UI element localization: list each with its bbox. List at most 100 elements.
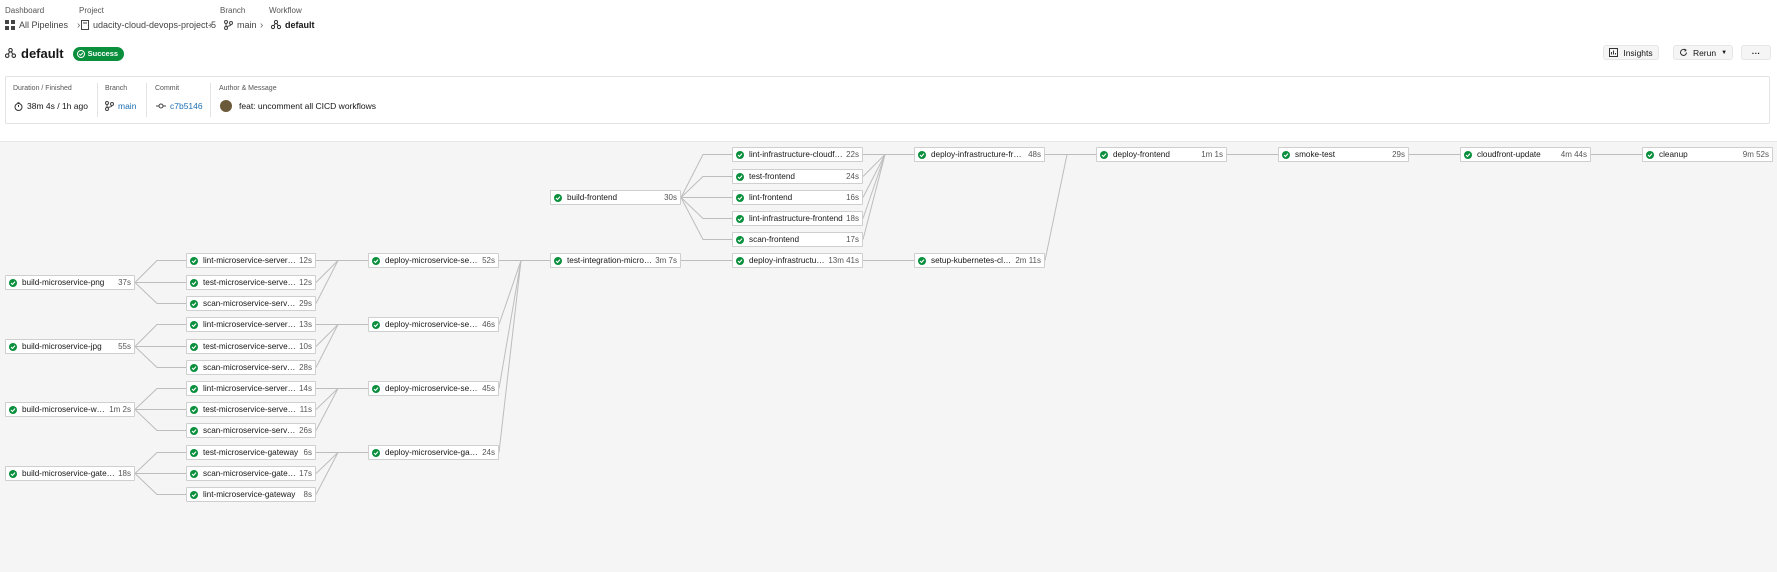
job-duration: 28s [299,363,312,372]
job-name: scan-frontend [749,235,800,244]
job-duration: 16s [846,193,859,202]
job-jpg[interactable]: build-microservice-jpg 55s [5,339,135,354]
job-ljpg[interactable]: lint-microservice-server-jpg 13s [186,317,316,332]
job-smoke[interactable]: smoke-test 29s [1278,147,1409,162]
job-tgw[interactable]: test-microservice-gateway 6s [186,445,316,460]
job-name: build-microservice-jpg [22,342,102,351]
dependency-line [680,197,732,219]
job-name: scan-microservice-server-... [203,426,297,435]
job-name: build-microservice-gatew... [22,469,116,478]
success-check-icon [190,405,198,414]
job-duration: 12s [299,256,312,265]
job-djpg[interactable]: deploy-microservice-serv... 46s [368,317,499,332]
dashboard-icon [5,20,15,30]
job-duration: 37s [118,278,131,287]
success-check-icon [736,256,744,265]
job-sgw[interactable]: scan-microservice-gatew... 17s [186,466,316,481]
commit-label: Commit [155,85,180,92]
job-duration: 3m 7s [655,256,677,265]
commit-link[interactable]: c7b5146 [156,101,203,111]
job-dinf[interactable]: deploy-infrastructur... 13m 41s [732,253,863,268]
breadcrumb-all-pipelines-label: All Pipelines [19,20,69,30]
job-tint[interactable]: test-integration-micros... 3m 7s [550,253,681,268]
dependency-line [134,409,186,431]
job-name: scan-microservice-server-... [203,299,297,308]
breadcrumb-workflow[interactable]: default [271,20,315,30]
dependency-lines [134,154,1642,495]
job-bfe[interactable]: build-frontend 30s [550,190,681,205]
job-dfe[interactable]: deploy-frontend 1m 1s [1096,147,1227,162]
success-check-icon [190,426,198,435]
job-lpng[interactable]: lint-microservice-server-p... 12s [186,253,316,268]
job-name: lint-infrastructure-frontend [749,214,843,223]
job-name: lint-microservice-server-w... [203,384,297,393]
job-name: deploy-microservice-serv... [385,384,480,393]
success-check-icon [9,405,17,414]
job-clean[interactable]: cleanup 9m 52s [1642,147,1773,162]
job-sfe[interactable]: scan-frontend 17s [732,232,863,247]
job-cfu[interactable]: cloudfront-update 4m 44s [1460,147,1591,162]
breadcrumb-workflow-label: Workflow [269,6,302,15]
rerun-button[interactable]: Rerun ▼ [1673,45,1733,60]
job-duration: 4m 44s [1560,150,1587,159]
job-name: deploy-infrastructure-fron... [931,150,1026,159]
dependency-line [134,452,186,474]
insights-icon [1609,48,1619,57]
check-circle-icon [76,49,85,58]
branch-icon [224,20,233,30]
job-spng[interactable]: scan-microservice-server-... 29s [186,296,316,311]
job-dwebp[interactable]: deploy-microservice-serv... 45s [368,381,499,396]
breadcrumb-all-pipelines[interactable]: All Pipelines [5,20,68,30]
success-check-icon [736,150,744,159]
success-check-icon [372,448,380,457]
job-webp[interactable]: build-microservice-webp 1m 2s [5,402,135,417]
job-swebp[interactable]: scan-microservice-server-... 26s [186,423,316,438]
job-dpng[interactable]: deploy-microservice-serv... 52s [368,253,499,268]
success-check-icon [736,172,744,181]
job-png[interactable]: build-microservice-png 37s [5,275,135,290]
job-dgw[interactable]: deploy-microservice-gate... 24s [368,445,499,460]
job-duration: 9m 52s [1742,150,1769,159]
job-lwebp[interactable]: lint-microservice-server-w... 14s [186,381,316,396]
dependency-line [498,260,550,325]
more-icon: ··· [1751,47,1761,58]
job-duration: 1m 1s [1201,150,1223,159]
job-lfe[interactable]: lint-frontend 16s [732,190,863,205]
commit-message: feat: uncomment all CICD workflows [220,100,376,112]
insights-button[interactable]: Insights [1603,45,1659,60]
job-duration: 14s [299,384,312,393]
job-duration: 13s [299,320,312,329]
success-check-icon [190,342,198,351]
breadcrumb-branch-value: main [237,20,257,30]
job-twebp[interactable]: test-microservice-server-... 11s [186,402,316,417]
job-gw[interactable]: build-microservice-gatew... 18s [5,466,135,481]
more-actions-button[interactable]: ··· [1741,45,1771,60]
branch-link[interactable]: main [105,101,136,111]
success-check-icon [190,363,198,372]
success-check-icon [918,256,926,265]
commit-icon [156,103,166,109]
job-name: lint-microservice-server-jpg [203,320,297,329]
job-sk8s[interactable]: setup-kubernetes-clu... 2m 11s [914,253,1045,268]
breadcrumb-project[interactable]: udacity-cloud-devops-project-5 [81,20,216,30]
job-name: lint-infrastructure-cloudfr... [749,150,844,159]
rerun-icon [1679,48,1687,56]
job-duration: 2m 11s [1015,256,1041,265]
branch-icon [105,101,114,111]
job-duration: 55s [118,342,131,351]
dependency-line [134,260,186,283]
success-check-icon [372,256,380,265]
success-check-icon [554,193,562,202]
job-name: deploy-microservice-serv... [385,320,480,329]
job-lgw[interactable]: lint-microservice-gateway 8s [186,487,316,502]
job-name: lint-microservice-gateway [203,490,296,499]
job-life[interactable]: lint-infrastructure-frontend 18s [732,211,863,226]
breadcrumb-branch[interactable]: main [224,20,257,30]
job-tpng[interactable]: test-microservice-server-... 12s [186,275,316,290]
dependency-line [315,388,368,410]
job-tjpg[interactable]: test-microservice-server-j... 10s [186,339,316,354]
job-tfe[interactable]: test-frontend 24s [732,169,863,184]
job-dinfe[interactable]: deploy-infrastructure-fron... 48s [914,147,1045,162]
job-licf[interactable]: lint-infrastructure-cloudfr... 22s [732,147,863,162]
job-sjpg[interactable]: scan-microservice-server-... 28s [186,360,316,375]
